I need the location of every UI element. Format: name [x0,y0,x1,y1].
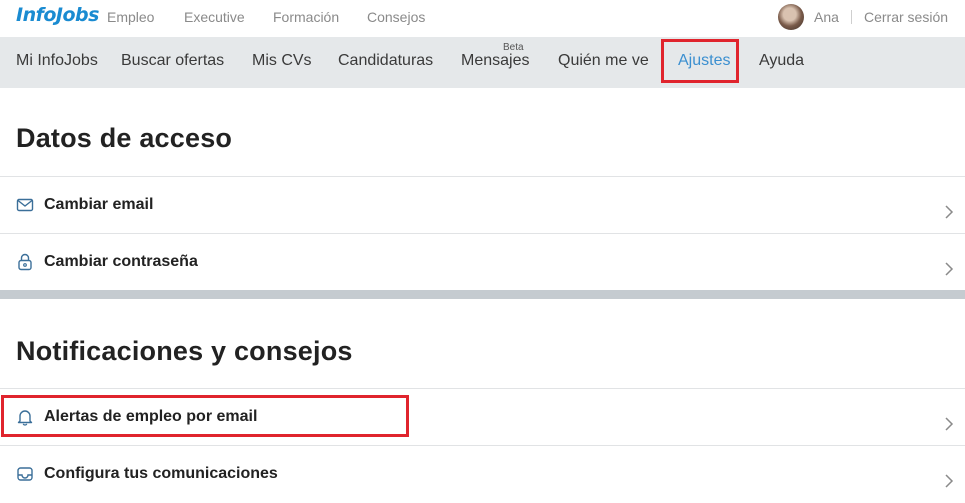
alertas-highlight-box [1,395,409,437]
chevron-right-icon [944,417,954,431]
nav-mensajes[interactable]: Mensajes [461,52,529,70]
chevron-right-icon [944,205,954,219]
row-label: Configura tus comunicaciones [44,465,278,482]
lock-icon [16,253,34,271]
inbox-icon [16,465,34,483]
row-label: Cambiar contraseña [44,253,198,270]
nav-candidaturas[interactable]: Candidaturas [338,52,433,70]
section-title-notificaciones: Notificaciones y consejos [16,336,353,366]
secondary-nav: Mi InfoJobs Buscar ofertas Mis CVs Candi… [0,37,965,88]
nav-mi-infojobs[interactable]: Mi InfoJobs [16,52,98,70]
chevron-right-icon [944,474,954,488]
row-configura-comunicaciones[interactable]: Configura tus comunicaciones [0,445,965,502]
nav-ayuda[interactable]: Ayuda [759,52,804,70]
logout-link[interactable]: Cerrar sesión [864,9,948,25]
user-name[interactable]: Ana [814,9,839,25]
ajustes-highlight-box [661,39,739,83]
section-title-datos-acceso: Datos de acceso [16,123,233,153]
top-nav-executive[interactable]: Executive [184,9,245,25]
envelope-icon [16,196,34,214]
top-nav-empleo[interactable]: Empleo [107,9,154,25]
nav-mis-cvs[interactable]: Mis CVs [252,52,312,70]
separator [851,10,852,24]
row-label: Cambiar email [44,196,154,213]
row-cambiar-email[interactable]: Cambiar email [0,176,965,233]
top-nav-consejos[interactable]: Consejos [367,9,425,25]
nav-quien-me-ve[interactable]: Quién me ve [558,52,649,70]
section-divider [0,290,965,299]
nav-buscar-ofertas[interactable]: Buscar ofertas [121,52,224,70]
top-bar: InfoJobs Empleo Executive Formación Cons… [0,0,965,37]
chevron-right-icon [944,262,954,276]
infojobs-logo[interactable]: InfoJobs [16,4,99,26]
top-nav-formacion[interactable]: Formación [273,9,339,25]
row-cambiar-contrasena[interactable]: Cambiar contraseña [0,233,965,290]
avatar[interactable] [778,4,804,30]
